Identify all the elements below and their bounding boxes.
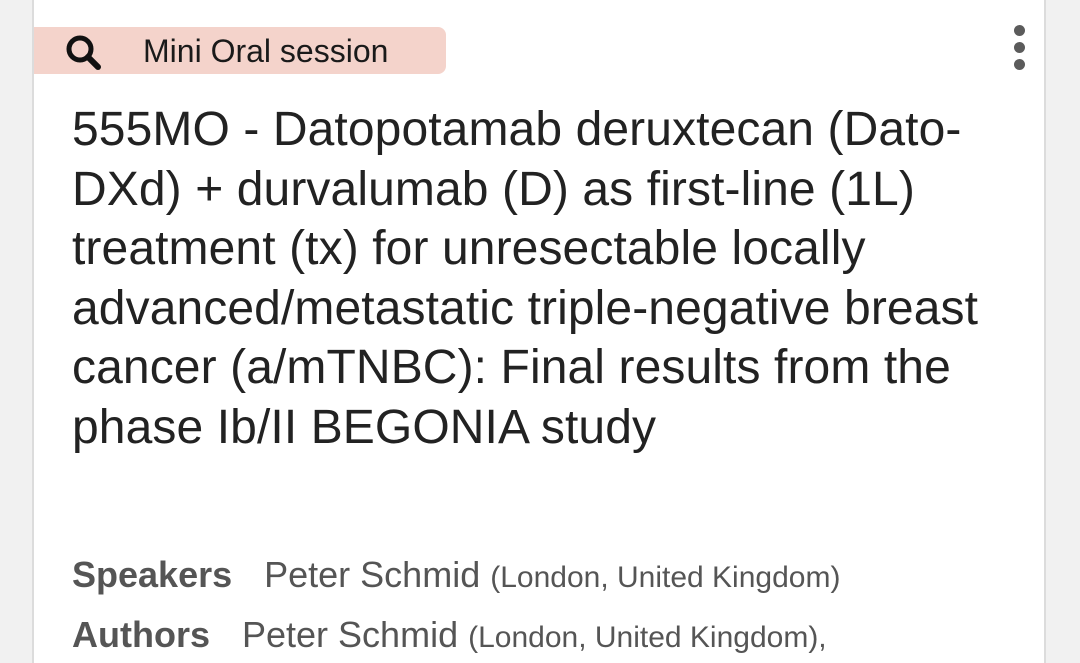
speakers-label: Speakers xyxy=(72,554,233,595)
search-icon xyxy=(66,35,101,70)
speakers-row: Speakers Peter Schmid (London, United King… xyxy=(72,553,840,600)
speaker-name[interactable]: Peter Schmid xyxy=(264,554,480,595)
speaker-affiliation: (London, United Kingdom) xyxy=(490,561,841,594)
author-name[interactable]: Peter Schmid xyxy=(242,614,458,655)
authors-row: Authors Peter Schmid (London, United Kingd… xyxy=(72,613,827,660)
more-vertical-icon[interactable] xyxy=(1006,25,1032,71)
authors-label: Authors xyxy=(72,614,210,655)
session-card: Mini Oral session 555MO - Datopotamab de… xyxy=(32,0,1046,663)
session-type-badge[interactable]: Mini Oral session xyxy=(34,27,446,74)
abstract-title[interactable]: 555MO - Datopotamab deruxtecan (Dato-DXd… xyxy=(72,100,1032,457)
author-affiliation: (London, United Kingdom), xyxy=(468,621,827,654)
session-type-label: Mini Oral session xyxy=(143,33,389,69)
